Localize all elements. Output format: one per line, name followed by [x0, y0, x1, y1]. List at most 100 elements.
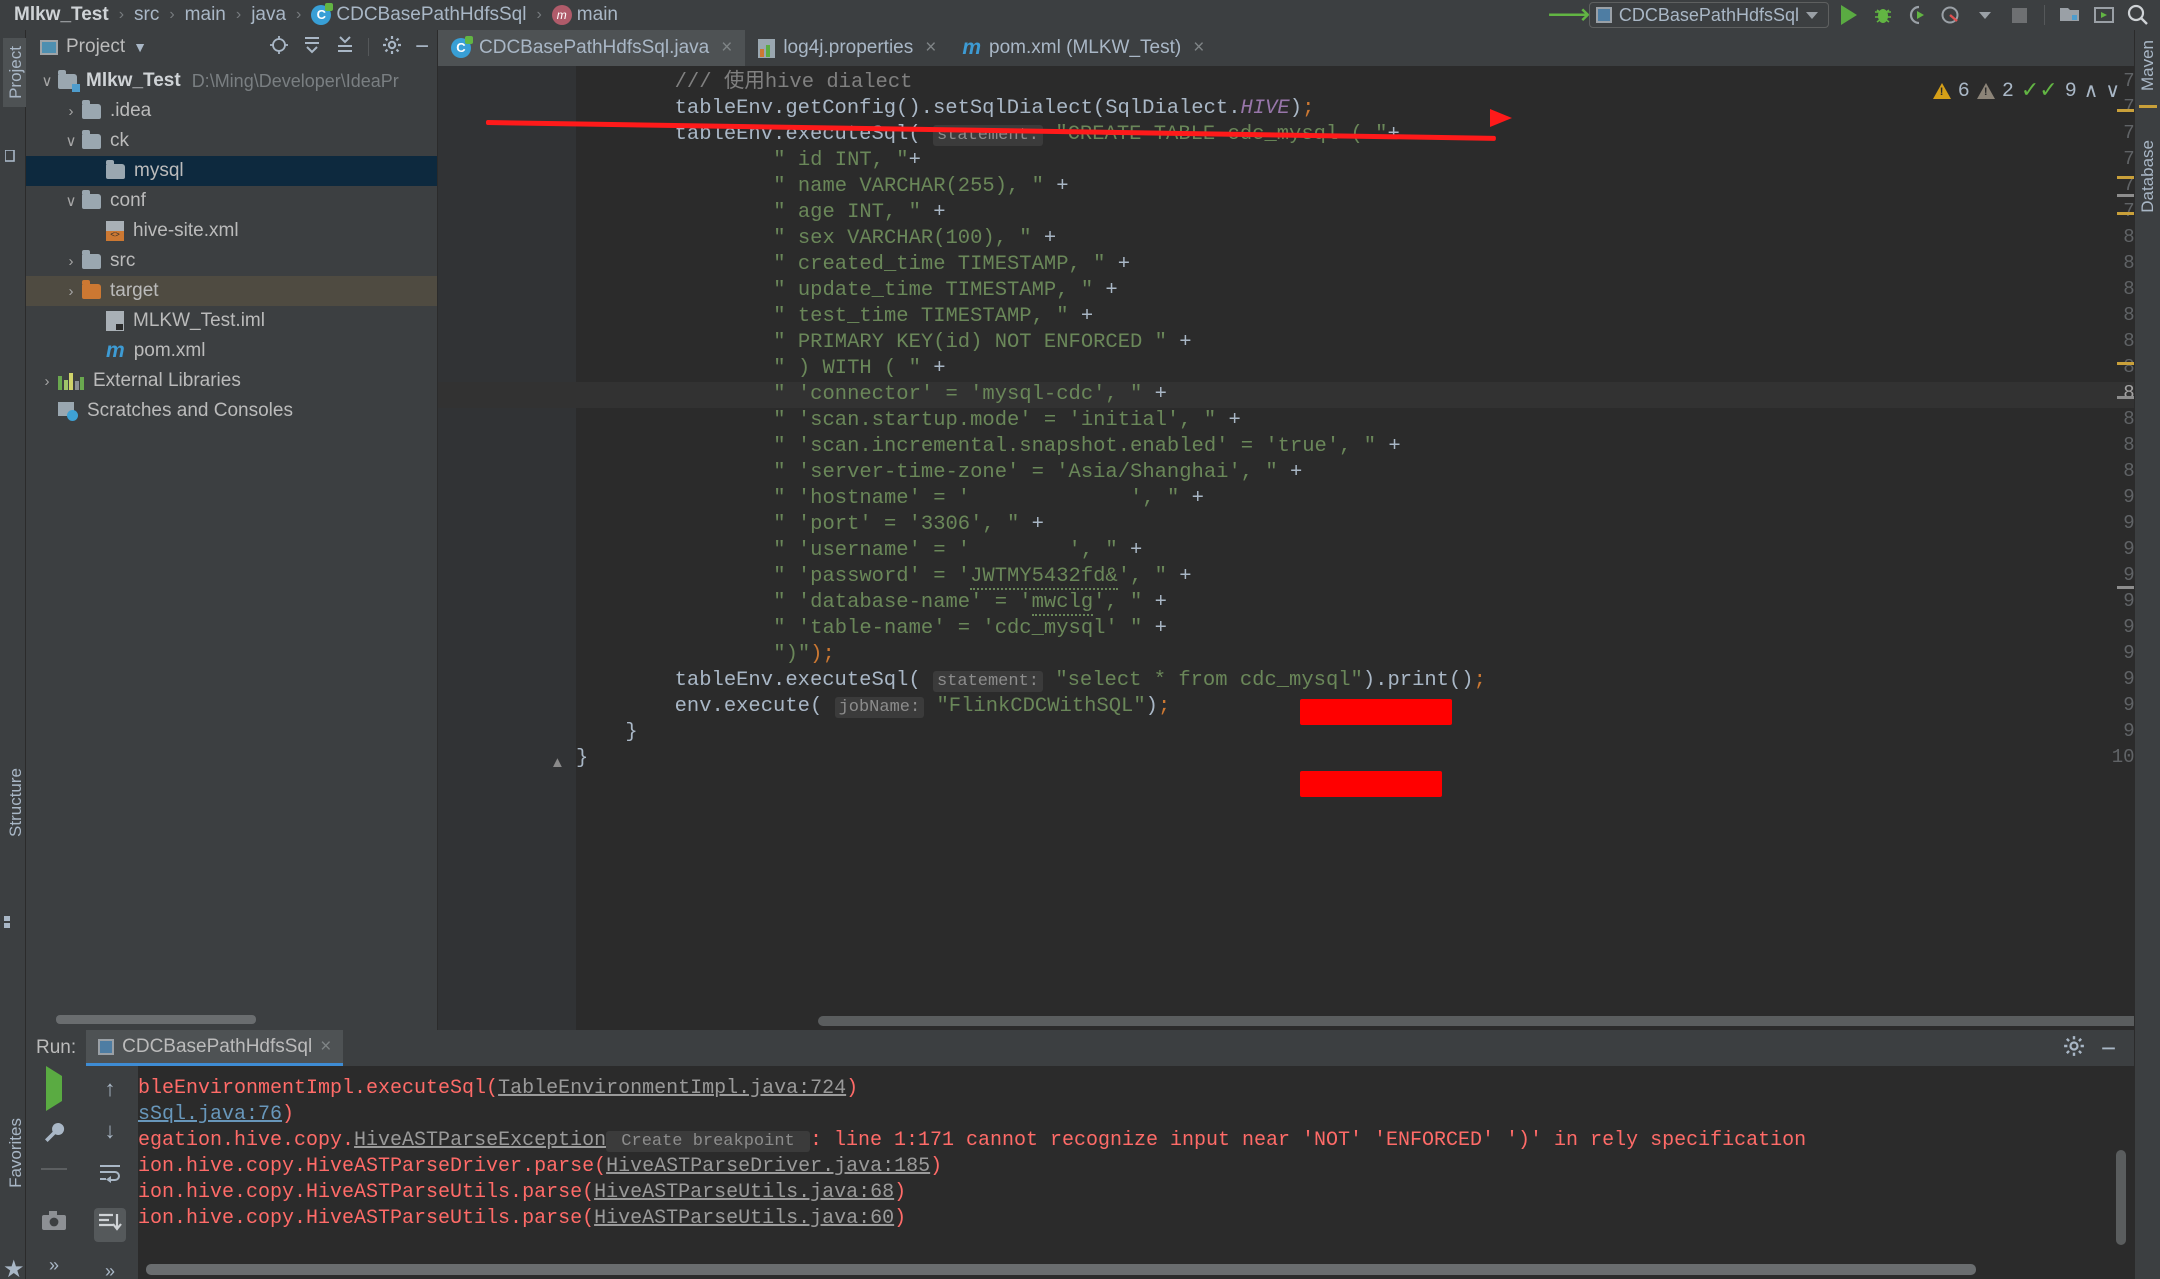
fold-marker-icon[interactable]: ▲	[550, 754, 565, 771]
tree-item-external-libraries[interactable]: › External Libraries	[26, 366, 437, 396]
code-line[interactable]: " 'password' = 'JWTMY5432fd&', " +	[773, 564, 1192, 590]
build-icon[interactable]: ⟶	[1547, 0, 1590, 30]
console-segment[interactable]: HiveASTParseUtils.java:60	[594, 1207, 894, 1230]
editor-tab-cdcbasepathhdfssql-java[interactable]: C CDCBasePathHdfsSql.java ×	[438, 30, 746, 66]
editor-tab-log4j-properties[interactable]: log4j.properties ×	[745, 30, 949, 66]
inspection-status-widget[interactable]: 6 2 ✓✓ 9 ∧ ∨	[1932, 78, 2120, 104]
profiler-dropdown-icon[interactable]	[1971, 2, 1999, 28]
chevron-right-icon[interactable]: ›	[60, 103, 82, 120]
tree-item-mlkw-test[interactable]: ∨ Mlkw_Test D:\Ming\Developer\IdeaPr	[26, 66, 437, 96]
collapse-all-icon[interactable]	[335, 35, 355, 59]
chevron-right-icon[interactable]: ›	[60, 253, 82, 270]
code-line[interactable]: }	[625, 720, 637, 746]
down-arrow-icon[interactable]: ↓	[105, 1120, 116, 1142]
code-editor[interactable]: 7475767778798081828384858687888990919293…	[438, 66, 2160, 1030]
gutter-marker[interactable]	[2117, 194, 2134, 197]
code-line[interactable]: " 'scan.incremental.snapshot.enabled' = …	[773, 434, 1400, 460]
code-line[interactable]: " 'username' = ' ', " +	[773, 538, 1142, 564]
profiler-icon[interactable]	[1937, 2, 1965, 28]
console-line[interactable]: sSql.java:76)	[138, 1102, 294, 1128]
code-line[interactable]: tableEnv.getConfig().setSqlDialect(SqlDi…	[675, 96, 1315, 122]
editor-tab-pom-xml-mlkw-test-[interactable]: m pom.xml (MLKW_Test) ×	[949, 30, 1217, 66]
project-horizontal-scrollbar[interactable]	[56, 1015, 256, 1024]
terminal-icon[interactable]	[2090, 2, 2118, 28]
breadcrumb-item-main[interactable]: m main	[551, 4, 618, 26]
run-with-coverage-icon[interactable]	[1903, 2, 1931, 28]
hide-icon[interactable]: −	[2101, 1035, 2116, 1061]
console-output[interactable]: bleEnvironmentImpl.executeSql(TableEnvir…	[138, 1066, 2134, 1279]
close-icon[interactable]: ×	[1193, 37, 1204, 59]
chevron-right-icon[interactable]: ›	[60, 283, 82, 300]
editor-gutter[interactable]	[438, 66, 538, 1030]
code-line[interactable]: " 'database-name' = 'mwclg', " +	[773, 590, 1167, 616]
breadcrumb-item-cdcbasepathhdfssql[interactable]: C CDCBasePathHdfsSql	[311, 3, 526, 26]
tree-item-scratches-and-consoles[interactable]: Scratches and Consoles	[26, 396, 437, 426]
code-line[interactable]: " test_time TIMESTAMP, " +	[773, 304, 1093, 330]
run-configuration-selector[interactable]: CDCBasePathHdfsSql	[1588, 2, 1829, 28]
chevron-down-icon[interactable]	[1806, 11, 1818, 19]
tree-item-conf[interactable]: ∨ conf	[26, 186, 437, 216]
code-line[interactable]: " 'table-name' = 'cdc_mysql' " +	[773, 616, 1167, 642]
search-icon[interactable]	[2124, 2, 2152, 28]
tree-item-pom-xml[interactable]: m pom.xml	[26, 336, 437, 366]
console-line[interactable]: ion.hive.copy.HiveASTParseUtils.parse(Hi…	[138, 1180, 906, 1206]
code-line[interactable]: " sex VARCHAR(100), " +	[773, 226, 1056, 252]
expand-all-icon[interactable]	[302, 35, 322, 59]
close-icon[interactable]: ×	[320, 1036, 331, 1058]
console-segment[interactable]: HiveASTParseUtils.java:68	[594, 1181, 894, 1204]
hide-icon[interactable]: −	[415, 35, 429, 59]
gear-icon[interactable]	[2063, 1035, 2085, 1061]
chevron-down-icon[interactable]: ▼	[133, 40, 147, 54]
code-line[interactable]: }	[576, 746, 588, 772]
create-breakpoint-hint[interactable]: Create breakpoint	[606, 1131, 810, 1152]
tree-item-mysql[interactable]: mysql	[26, 156, 437, 186]
console-line[interactable]: egation.hive.copy.HiveASTParseException …	[138, 1128, 1806, 1154]
tree-item-ck[interactable]: ∨ ck	[26, 126, 437, 156]
code-line[interactable]: " 'server-time-zone' = 'Asia/Shanghai', …	[773, 460, 1302, 486]
code-line[interactable]: /// 使用hive dialect	[675, 70, 913, 96]
project-tree[interactable]: ∨ Mlkw_Test D:\Ming\Developer\IdeaPr › .idea…	[26, 64, 437, 426]
console-segment[interactable]: sSql.java:76	[138, 1103, 282, 1126]
console-segment[interactable]: HiveASTParseDriver.java:185	[606, 1155, 930, 1178]
breadcrumb-item-src[interactable]: src	[134, 4, 159, 26]
project-structure-icon[interactable]	[2056, 2, 2084, 28]
soft-wrap-icon[interactable]	[98, 1162, 122, 1188]
locate-icon[interactable]	[269, 35, 289, 59]
rerun-icon[interactable]	[46, 1066, 62, 1111]
gutter-marker[interactable]	[2117, 212, 2134, 215]
close-icon[interactable]: ×	[925, 37, 936, 59]
code-line[interactable]: tableEnv.executeSql( statement: "select …	[675, 668, 1486, 694]
previous-problem-icon[interactable]: ∧	[2084, 78, 2099, 104]
console-line[interactable]: ion.hive.copy.HiveASTParseUtils.parse(Hi…	[138, 1206, 906, 1232]
breadcrumb-item-main[interactable]: main	[185, 4, 226, 26]
chevron-right-icon[interactable]: ›	[36, 373, 58, 390]
code-line[interactable]: " 'hostname' = ' ', " +	[773, 486, 1204, 512]
tree-item-mlkw-test-iml[interactable]: MLKW_Test.iml	[26, 306, 437, 336]
console-segment[interactable]: HiveASTParseException	[354, 1129, 606, 1152]
console-line[interactable]: ion.hive.copy.HiveASTParseDriver.parse(H…	[138, 1154, 942, 1180]
code-line[interactable]: " name VARCHAR(255), " +	[773, 174, 1068, 200]
code-line[interactable]: " PRIMARY KEY(id) NOT ENFORCED " +	[773, 330, 1191, 356]
settings-wrench-icon[interactable]	[42, 1120, 66, 1148]
close-icon[interactable]: ×	[721, 37, 732, 59]
debug-icon[interactable]	[1869, 2, 1897, 28]
code-line[interactable]: " created_time TIMESTAMP, " +	[773, 252, 1130, 278]
console-horizontal-scrollbar[interactable]	[146, 1264, 1976, 1275]
gutter-marker[interactable]	[2117, 109, 2134, 112]
editor-horizontal-scrollbar[interactable]	[818, 1016, 2160, 1026]
gutter-marker[interactable]	[2117, 396, 2134, 399]
breadcrumb[interactable]: Mlkw_Test › src › main › java › C CDCBasePathHdfs…	[14, 3, 618, 26]
run-icon[interactable]	[1835, 2, 1863, 28]
code-line[interactable]: ")");	[773, 642, 835, 668]
next-problem-icon[interactable]: ∨	[2105, 78, 2120, 104]
tree-item-target[interactable]: › target	[26, 276, 437, 306]
breadcrumb-item-java[interactable]: java	[251, 4, 286, 26]
code-content[interactable]: /// 使用hive dialect tableEnv.getConfig().s…	[576, 66, 2160, 1030]
run-tab[interactable]: CDCBasePathHdfsSql ×	[86, 1030, 344, 1066]
stop-icon[interactable]	[2005, 2, 2033, 28]
chevron-down-icon[interactable]: ∨	[36, 72, 58, 90]
expand-more-icon[interactable]: »	[49, 1256, 59, 1274]
chevron-down-icon[interactable]: ∨	[60, 192, 82, 210]
sidebar-item-database[interactable]: Database	[2138, 140, 2158, 218]
code-line[interactable]: " id INT, "+	[773, 148, 921, 174]
